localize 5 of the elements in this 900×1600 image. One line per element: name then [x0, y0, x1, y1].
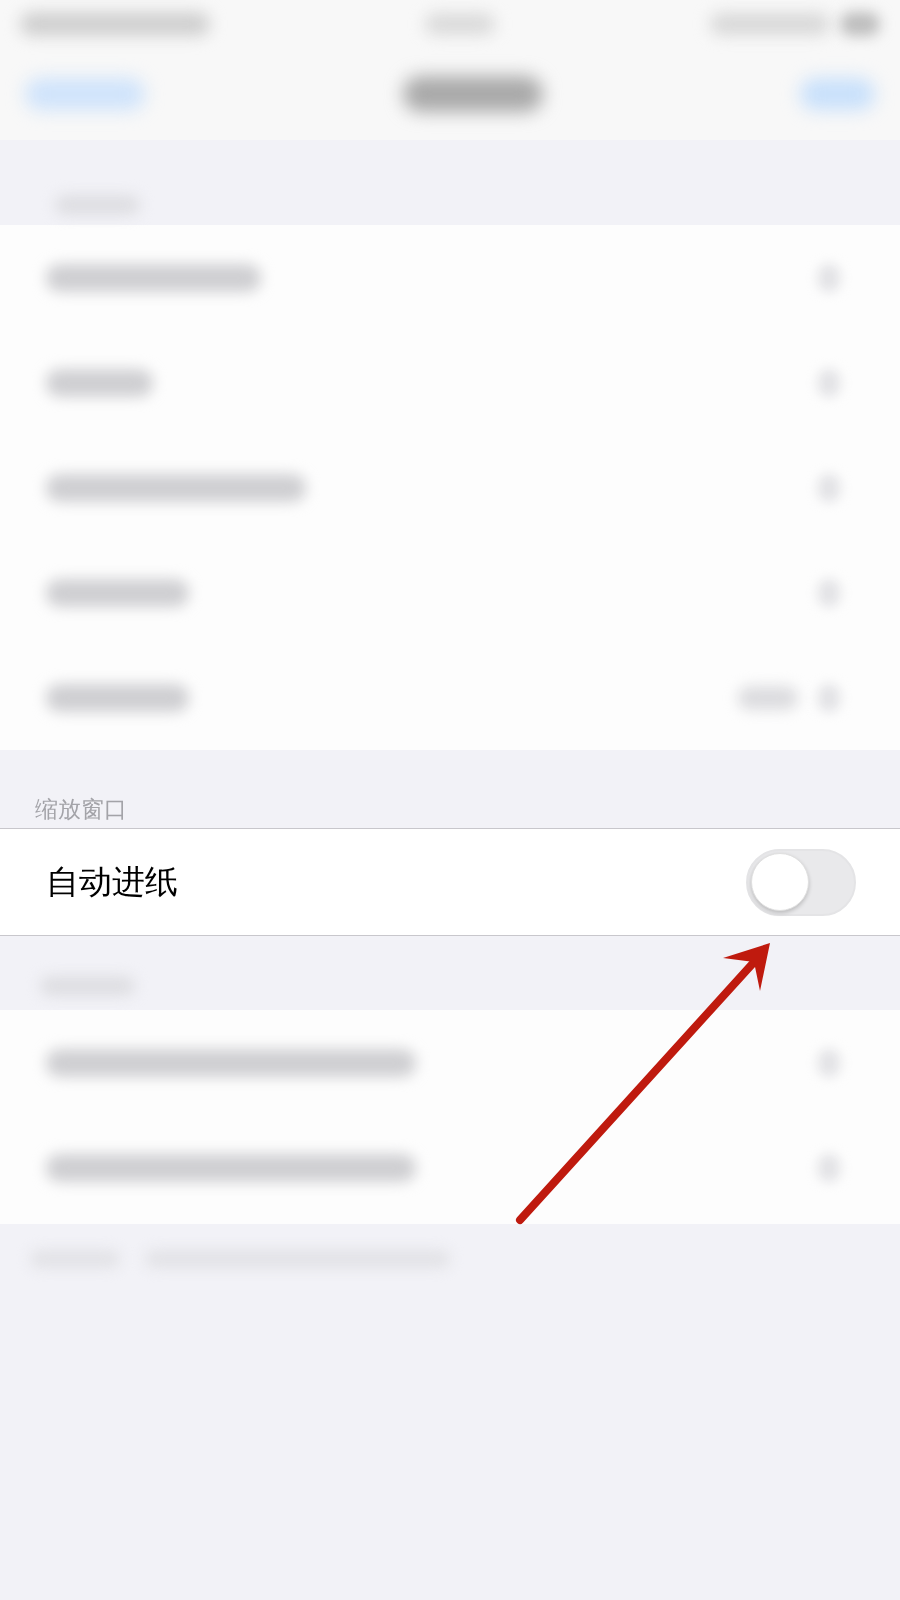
setting-label: 自动进纸	[46, 862, 178, 902]
blurred-button[interactable]	[800, 78, 875, 110]
blurred-icon	[840, 12, 880, 36]
section-header: 缩放窗口	[35, 795, 127, 823]
blurred-button[interactable]	[25, 78, 145, 110]
